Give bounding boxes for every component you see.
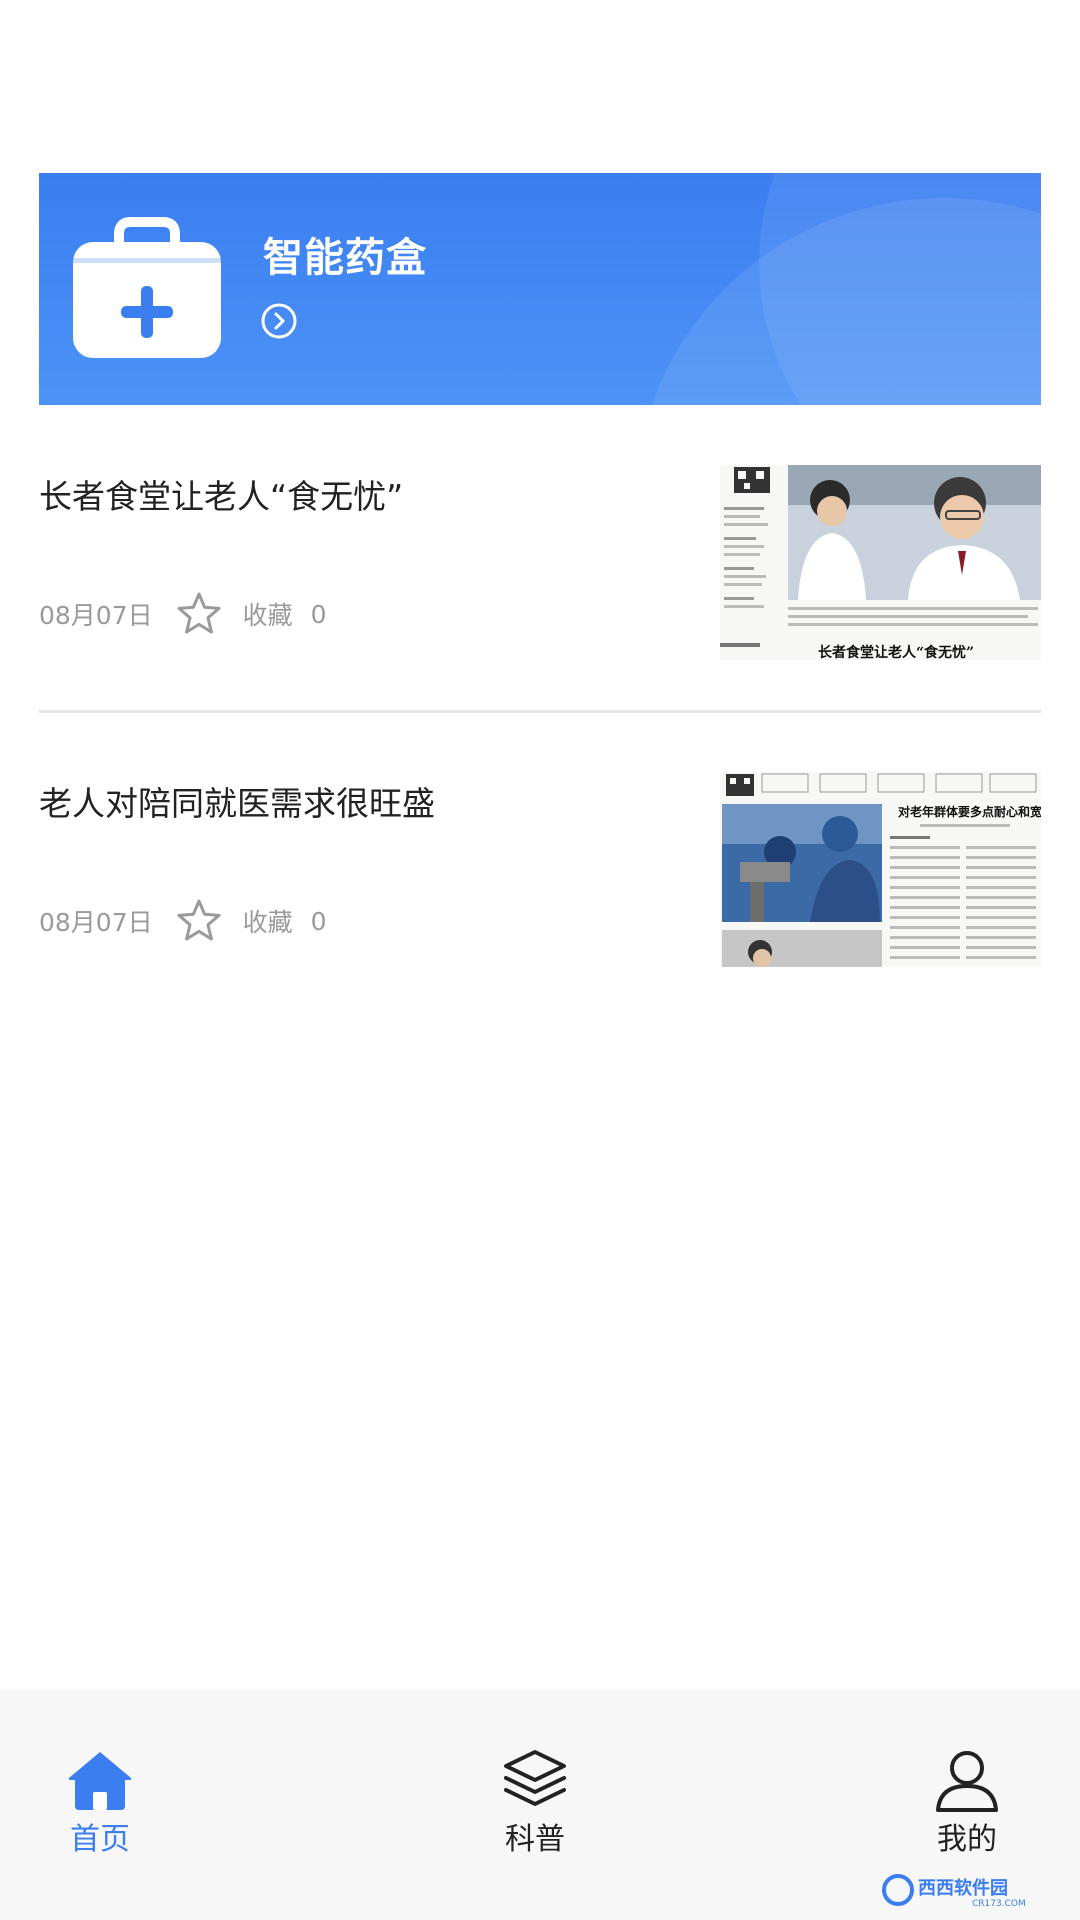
user-icon xyxy=(936,1751,998,1812)
star-icon[interactable] xyxy=(175,590,223,638)
article-item[interactable]: 老人对陪同就医需求很旺盛 08月07日 收藏 0 对老年群体要多点耐心和宽容 xyxy=(39,772,1041,967)
divider xyxy=(39,710,1041,713)
article-title: 老人对陪同就医需求很旺盛 xyxy=(39,784,435,823)
watermark-logo: 西西软件园 CR173.COM xyxy=(882,1874,1026,1908)
banner-decor-circle xyxy=(634,198,1041,405)
thumbnail-headline: 对老年群体要多点耐心和宽容 xyxy=(898,804,1041,819)
watermark-sub: CR173.COM xyxy=(972,1899,1026,1908)
banner-title: 智能药盒 xyxy=(263,235,427,281)
star-icon[interactable] xyxy=(175,897,223,945)
article-thumbnail: 对老年群体要多点耐心和宽容 xyxy=(720,772,1041,967)
favorite-label: 收藏 xyxy=(242,908,293,937)
tab-mine[interactable]: 我的 xyxy=(897,1748,1037,1868)
article-date: 08月07日 xyxy=(39,601,153,630)
article-title: 长者食堂让老人“食无忧” xyxy=(39,477,404,516)
article-meta: 08月07日 收藏 0 xyxy=(39,897,327,945)
layers-icon xyxy=(504,1750,566,1806)
smart-pillbox-banner[interactable]: 智能药盒 xyxy=(39,173,1041,405)
favorite-count: 0 xyxy=(310,599,327,629)
tab-label: 首页 xyxy=(70,1822,130,1857)
app-screen: 智能药盒 长者食堂让老人“食无忧” 08月07日 收藏 0 长者食堂让老人“食无… xyxy=(0,0,1080,1920)
article-date: 08月07日 xyxy=(39,908,153,937)
home-icon xyxy=(68,1752,132,1810)
chevron-right-circle-icon[interactable] xyxy=(261,303,297,339)
medicine-kit-icon xyxy=(73,217,221,358)
favorite-count: 0 xyxy=(310,906,327,936)
article-item[interactable]: 长者食堂让老人“食无忧” 08月07日 收藏 0 长者食堂让老人“食无忧” xyxy=(39,465,1041,660)
tab-label: 科普 xyxy=(505,1822,565,1857)
newspaper-thumbnail-image: 长者食堂让老人“食无忧” xyxy=(720,465,1041,660)
newspaper-thumbnail-image: 对老年群体要多点耐心和宽容 xyxy=(720,772,1041,967)
article-meta: 08月07日 收藏 0 xyxy=(39,590,327,638)
tab-science[interactable]: 科普 xyxy=(465,1748,605,1868)
favorite-label: 收藏 xyxy=(242,601,293,630)
article-thumbnail: 长者食堂让老人“食无忧” xyxy=(720,465,1041,660)
watermark-text: 西西软件园 xyxy=(918,1877,1008,1899)
tab-label: 我的 xyxy=(937,1822,997,1857)
thumbnail-headline: 长者食堂让老人“食无忧” xyxy=(818,644,974,660)
tab-home[interactable]: 首页 xyxy=(30,1748,170,1868)
